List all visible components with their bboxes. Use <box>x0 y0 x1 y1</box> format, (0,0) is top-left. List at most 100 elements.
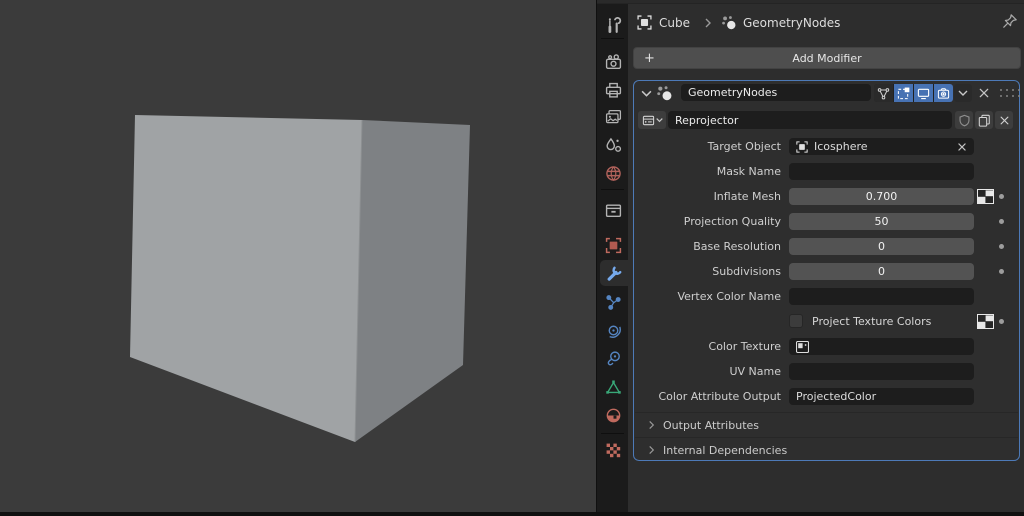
divider <box>635 437 1018 438</box>
property-row: Inflate Mesh 0.700 <box>634 188 1019 205</box>
tab-texture[interactable] <box>599 437 628 463</box>
property-row: Color Attribute Output ProjectedColor <box>634 388 1019 405</box>
clear-object-icon[interactable] <box>957 142 967 152</box>
node-group-name-field[interactable]: Reprojector <box>668 111 952 129</box>
tab-object-data[interactable] <box>599 374 628 400</box>
keyframe-dot[interactable] <box>999 219 1004 224</box>
keyframe-dot[interactable] <box>999 194 1004 199</box>
property-row: Vertex Color Name <box>634 288 1019 305</box>
shield-icon <box>958 114 970 126</box>
camera-icon <box>937 87 950 99</box>
add-modifier-button[interactable]: + Add Modifier <box>633 47 1021 69</box>
tab-physics[interactable] <box>599 317 628 343</box>
tab-separator <box>601 433 624 434</box>
render-camera-icon <box>605 53 622 69</box>
color-attribute-output-label: Color Attribute Output <box>658 390 782 403</box>
target-object-value: Icosphere <box>814 140 868 153</box>
edit-mode-display-toggle[interactable] <box>874 84 893 102</box>
subdivisions-label: Subdivisions <box>712 265 781 278</box>
projection-quality-label: Projection Quality <box>683 215 781 228</box>
object-icon <box>796 140 808 153</box>
object-icon <box>637 15 652 30</box>
monitor-icon <box>917 88 930 99</box>
color-texture-field[interactable] <box>789 338 974 355</box>
texture-checker-icon <box>606 443 621 457</box>
tab-particles[interactable] <box>599 289 628 315</box>
browse-node-group-button[interactable] <box>638 111 666 129</box>
on-cage-toggle[interactable] <box>894 84 913 102</box>
viewport-canvas <box>130 115 470 443</box>
geometry-nodes-modifier-panel: GeometryNodes Reprojector Target Object … <box>633 80 1020 461</box>
chevron-right-icon <box>649 445 655 455</box>
tab-tool[interactable] <box>599 12 628 38</box>
tab-modifiers[interactable] <box>600 260 628 286</box>
tab-material[interactable] <box>599 402 628 428</box>
modifier-name: GeometryNodes <box>688 86 778 99</box>
geometry-nodes-icon <box>722 16 736 30</box>
editor-top-edge <box>597 0 1024 4</box>
duplicate-icon <box>978 114 990 127</box>
image-texture-icon <box>796 340 809 353</box>
mask-name-label: Mask Name <box>716 165 781 178</box>
projection-quality-slider[interactable]: 50 <box>789 213 974 230</box>
pin-icon[interactable] <box>1002 13 1018 29</box>
fake-user-toggle[interactable] <box>955 111 973 129</box>
tab-scene[interactable] <box>599 132 628 158</box>
cube-object[interactable] <box>130 115 470 443</box>
target-object-field[interactable]: Icosphere <box>789 138 974 155</box>
tab-view-layer[interactable] <box>599 104 628 130</box>
cube-side-face[interactable] <box>355 120 470 442</box>
subpanel-internal-dependencies[interactable]: Internal Dependencies <box>634 441 1019 459</box>
target-object-label: Target Object <box>707 140 781 153</box>
cube-front-face[interactable] <box>130 115 362 442</box>
property-row: Color Texture <box>634 338 1019 355</box>
color-attribute-output-field[interactable]: ProjectedColor <box>789 388 974 405</box>
vertex-color-name-field[interactable] <box>789 288 974 305</box>
mesh-data-icon <box>606 379 621 394</box>
modifier-name-field[interactable]: GeometryNodes <box>681 84 871 101</box>
property-row: Target Object Icosphere <box>634 138 1019 155</box>
viewport-display-toggle[interactable] <box>914 84 933 102</box>
project-texture-colors-checkbox[interactable] <box>789 314 803 328</box>
modifier-extras-dropdown[interactable] <box>954 84 972 102</box>
keyframe-dot[interactable] <box>999 244 1004 249</box>
chevron-right-icon <box>705 18 711 28</box>
keyframe-dot[interactable] <box>999 269 1004 274</box>
tab-render[interactable] <box>599 49 628 75</box>
subpanel-output-attributes[interactable]: Output Attributes <box>634 416 1019 434</box>
tab-world[interactable] <box>599 160 628 186</box>
remove-modifier-icon[interactable] <box>978 87 990 99</box>
add-modifier-label: Add Modifier <box>792 51 862 65</box>
unlink-node-group-button[interactable] <box>995 111 1013 129</box>
printer-icon <box>605 82 622 98</box>
use-attribute-toggle-icon[interactable] <box>977 189 994 204</box>
property-row: Projection Quality 50 <box>634 213 1019 230</box>
drag-handle[interactable] <box>1000 89 1022 99</box>
base-resolution-slider[interactable]: 0 <box>789 238 974 255</box>
physics-orbit-icon <box>608 325 621 338</box>
tab-output[interactable] <box>599 77 628 103</box>
chevron-down-icon <box>958 90 968 96</box>
expand-chevron-icon[interactable] <box>641 89 652 98</box>
tab-object[interactable] <box>599 232 628 258</box>
color-texture-label: Color Texture <box>708 340 781 353</box>
render-display-toggle[interactable] <box>934 84 953 102</box>
uv-name-field[interactable] <box>789 363 974 380</box>
scene-icon <box>606 137 622 152</box>
subdivisions-slider[interactable]: 0 <box>789 263 974 280</box>
tool-icon <box>608 16 622 33</box>
new-copy-button[interactable] <box>975 111 993 129</box>
node-group-name: Reprojector <box>675 113 739 127</box>
3d-viewport[interactable] <box>0 0 596 512</box>
tab-separator <box>601 189 624 190</box>
tab-collection[interactable] <box>599 197 628 223</box>
inflate-mesh-slider[interactable]: 0.700 <box>789 188 974 205</box>
property-row: UV Name <box>634 363 1019 380</box>
tab-constraints[interactable] <box>599 345 628 371</box>
vertex-color-name-label: Vertex Color Name <box>677 290 781 303</box>
images-stack-icon <box>605 109 622 123</box>
mask-name-field[interactable] <box>789 163 974 180</box>
chevron-right-icon <box>649 420 655 430</box>
use-attribute-toggle-icon[interactable] <box>977 314 994 329</box>
keyframe-dot[interactable] <box>999 319 1004 324</box>
